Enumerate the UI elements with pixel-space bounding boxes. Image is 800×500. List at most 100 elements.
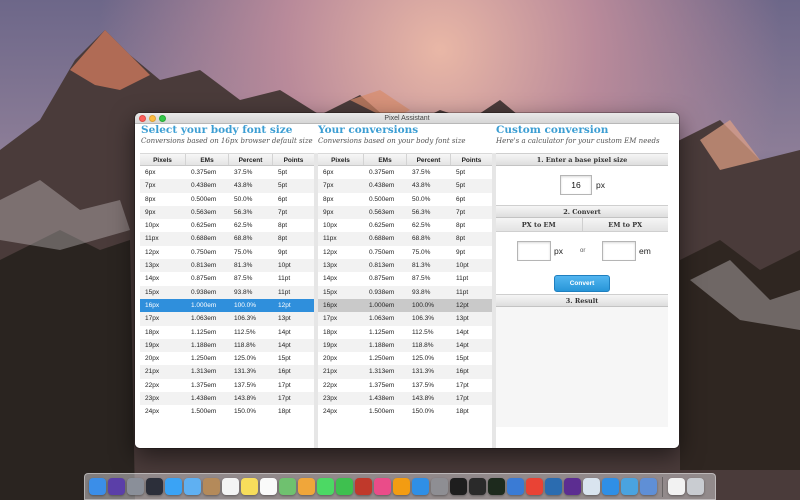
table-row[interactable]: 10px 0.625em 62.5% 8pt	[318, 219, 492, 233]
base-pixel-input[interactable]: 16	[560, 175, 592, 195]
column-header[interactable]: EMs	[186, 154, 229, 165]
contacts-icon[interactable]	[203, 478, 220, 495]
table-cell: 1.313em	[369, 368, 395, 376]
table-row[interactable]: 15px 0.938em 93.8% 11pt	[140, 285, 314, 299]
column-header[interactable]: Pixels	[140, 154, 186, 165]
table-row[interactable]: 21px 1.313em 131.3% 16pt	[140, 365, 314, 379]
table-row[interactable]: 16px 1.000em 100.0% 12pt	[140, 298, 314, 313]
table-row[interactable]: 21px 1.313em 131.3% 16pt	[318, 365, 492, 379]
column-header[interactable]: Percent	[229, 154, 273, 165]
table-row[interactable]: 13px 0.813em 81.3% 10pt	[318, 259, 492, 273]
photo-booth-icon[interactable]	[355, 478, 372, 495]
custom-conversion-subtitle: Here's a calculator for your custom EM n…	[496, 137, 660, 145]
maps-icon[interactable]	[279, 478, 296, 495]
messages-icon[interactable]	[317, 478, 334, 495]
table-row[interactable]: 24px 1.500em 150.0% 18pt	[140, 405, 314, 419]
table-row[interactable]: 23px 1.438em 143.8% 17pt	[318, 392, 492, 406]
mail-icon[interactable]	[184, 478, 201, 495]
trash-icon[interactable]	[687, 478, 704, 495]
table-row[interactable]: 8px 0.500em 50.0% 6pt	[318, 192, 492, 206]
table-row[interactable]: 12px 0.750em 75.0% 9pt	[140, 245, 314, 260]
photos-icon[interactable]	[298, 478, 315, 495]
column-header[interactable]: Percent	[407, 154, 451, 165]
app-store-icon[interactable]	[412, 478, 429, 495]
network-icon[interactable]	[545, 478, 562, 495]
preview-icon[interactable]	[583, 478, 600, 495]
table-row[interactable]: 22px 1.375em 137.5% 17pt	[140, 378, 314, 393]
table-row[interactable]: 6px 0.375em 37.5% 5pt	[318, 166, 492, 180]
column-header[interactable]: Pixels	[318, 154, 364, 165]
itunes-icon[interactable]	[374, 478, 391, 495]
table-row[interactable]: 12px 0.750em 75.0% 9pt	[318, 245, 492, 260]
column-header[interactable]: Points	[273, 154, 314, 165]
table-row[interactable]: 15px 0.938em 93.8% 11pt	[318, 285, 492, 299]
launchpad-icon[interactable]	[127, 478, 144, 495]
table-row[interactable]: 17px 1.063em 106.3% 13pt	[140, 312, 314, 326]
convert-button[interactable]: Convert	[554, 275, 610, 292]
system-preferences-icon[interactable]	[431, 478, 448, 495]
table-row[interactable]: 16px 1.000em 100.0% 12pt	[318, 298, 492, 313]
table-row[interactable]: 11px 0.688em 68.8% 8pt	[140, 232, 314, 246]
custom-conversion-title: Custom conversion	[496, 124, 609, 136]
table-cell: 19px	[145, 341, 160, 349]
table-cell: 11px	[323, 235, 337, 243]
step-3-header: 3. Result	[496, 294, 668, 307]
table-cell: 11pt	[456, 275, 469, 283]
table-row[interactable]: 7px 0.438em 43.8% 5pt	[318, 179, 492, 193]
notes-icon[interactable]	[241, 478, 258, 495]
title-bar[interactable]: Pixel Assistant	[135, 113, 679, 124]
table-row[interactable]: 14px 0.875em 87.5% 11pt	[318, 272, 492, 286]
app-store-alt-icon[interactable]	[602, 478, 619, 495]
table-cell: 7pt	[456, 208, 466, 216]
table-row[interactable]: 14px 0.875em 87.5% 11pt	[140, 272, 314, 286]
table-cell: 0.875em	[191, 275, 217, 283]
table-cell: 0.438em	[369, 182, 395, 190]
table-row[interactable]: 11px 0.688em 68.8% 8pt	[318, 232, 492, 246]
table-row[interactable]: 9px 0.563em 56.3% 7pt	[140, 205, 314, 220]
calendar-icon[interactable]	[222, 478, 239, 495]
table-row[interactable]: 24px 1.500em 150.0% 18pt	[318, 405, 492, 419]
custom-conversion-header: Custom conversion Here's a calculator fo…	[496, 124, 660, 146]
mission-control-icon[interactable]	[146, 478, 163, 495]
table-body: 6px 0.375em 37.5% 5pt 7px 0.438em 43.8% 5pt 8px 0…	[318, 166, 492, 419]
table-cell: 100.0%	[234, 301, 257, 309]
table-row[interactable]: 20px 1.250em 125.0% 15pt	[140, 352, 314, 366]
table-row[interactable]: 7px 0.438em 43.8% 5pt	[140, 179, 314, 193]
table-cell: 0.500em	[369, 195, 395, 203]
table-row[interactable]: 22px 1.375em 137.5% 17pt	[318, 378, 492, 393]
ibooks-icon[interactable]	[393, 478, 410, 495]
table-cell: 125.0%	[234, 355, 257, 363]
px-input[interactable]	[517, 241, 551, 261]
column-header[interactable]: EMs	[364, 154, 407, 165]
step-2-header: 2. Convert	[496, 205, 668, 218]
column-header[interactable]: Points	[451, 154, 492, 165]
activity-monitor-icon[interactable]	[488, 478, 505, 495]
reminders-icon[interactable]	[260, 478, 277, 495]
table-row[interactable]: 13px 0.813em 81.3% 10pt	[140, 259, 314, 273]
document-icon[interactable]	[668, 478, 685, 495]
table-row[interactable]: 9px 0.563em 56.3% 7pt	[318, 205, 492, 220]
visual-studio-icon[interactable]	[564, 478, 581, 495]
table-row[interactable]: 20px 1.250em 125.0% 15pt	[318, 352, 492, 366]
table-row[interactable]: 17px 1.063em 106.3% 13pt	[318, 312, 492, 326]
facetime-icon[interactable]	[336, 478, 353, 495]
finder-icon[interactable]	[89, 478, 106, 495]
table-row[interactable]: 18px 1.125em 112.5% 14pt	[140, 325, 314, 339]
xcode-icon[interactable]	[507, 478, 524, 495]
table-row[interactable]: 8px 0.500em 50.0% 6pt	[140, 192, 314, 206]
migration-icon[interactable]	[640, 478, 657, 495]
table-row[interactable]: 19px 1.188em 118.8% 14pt	[140, 338, 314, 353]
chrome-icon[interactable]	[526, 478, 543, 495]
table-row[interactable]: 10px 0.625em 62.5% 8pt	[140, 219, 314, 233]
console-icon[interactable]	[469, 478, 486, 495]
table-row[interactable]: 6px 0.375em 37.5% 5pt	[140, 166, 314, 180]
em-input[interactable]	[602, 241, 636, 261]
siri-icon[interactable]	[108, 478, 125, 495]
table-row[interactable]: 19px 1.188em 118.8% 14pt	[318, 338, 492, 353]
table-row[interactable]: 18px 1.125em 112.5% 14pt	[318, 325, 492, 339]
table-row[interactable]: 23px 1.438em 143.8% 17pt	[140, 392, 314, 406]
terminal-icon[interactable]	[450, 478, 467, 495]
table-cell: 18px	[145, 328, 160, 336]
safari-icon[interactable]	[165, 478, 182, 495]
pixel-assistant-icon[interactable]	[621, 478, 638, 495]
